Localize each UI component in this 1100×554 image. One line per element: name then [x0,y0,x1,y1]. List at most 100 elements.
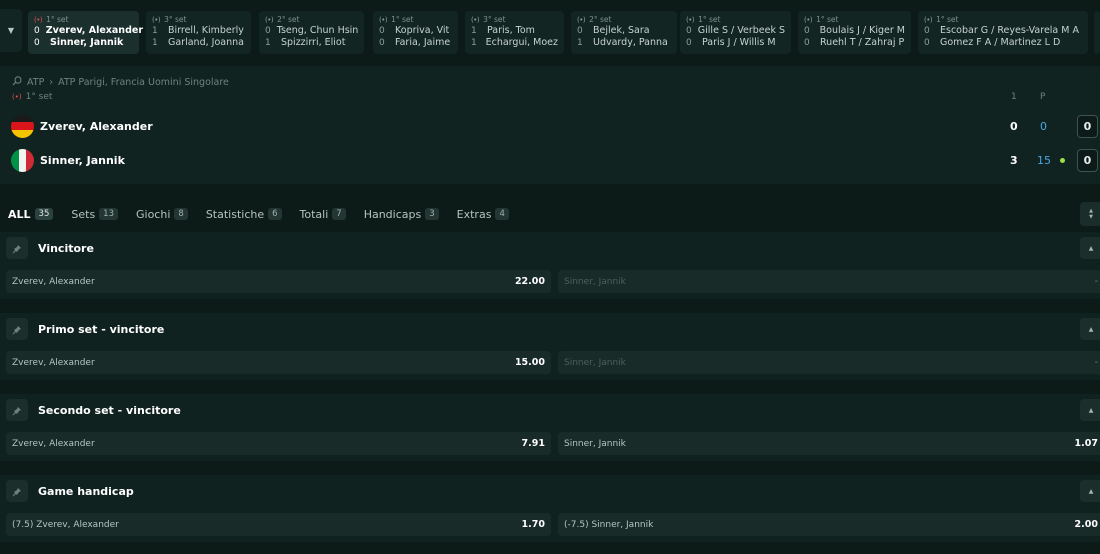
match-row-player-2: 1 Echargui, Moez [471,37,558,49]
live-icon: (•) [12,93,22,101]
market-header[interactable]: Game handicap ▲ [0,475,1100,507]
market-header[interactable]: Vincitore ▲ [0,232,1100,264]
live-icon: (•) [34,15,43,24]
player-name: Zverev, Alexander [40,119,153,133]
chevron-down-icon: ▼ [7,26,15,35]
player-name: Udvardy, Panna [593,37,668,48]
tab-sets[interactable]: Sets 13 [63,203,126,225]
match-row-player-2: 0 Gomez F A / Martinez L D [924,37,1082,49]
match-row-player-1: 0 Gille S / Verbeek S [686,25,785,37]
player-score: 0 [34,38,40,48]
odd-button[interactable]: Sinner, Jannik - [558,351,1100,374]
collapse-market-button[interactable]: ▲ [1080,318,1100,340]
live-match-card[interactable]: (•) 1° set 0 Gille S / Verbeek S 0 Paris J / … [680,11,791,54]
strip-expand-button[interactable]: ▼ [0,9,22,52]
breadcrumb-sport[interactable]: ATP [27,77,44,88]
live-icon: (•) [804,15,813,24]
match-status: (•) 1° set [34,14,133,25]
market-header[interactable]: Secondo set - vincitore ▲ [0,394,1100,426]
market-header[interactable]: Primo set - vincitore ▲ [0,313,1100,345]
odd-button[interactable]: Sinner, Jannik - [558,270,1100,293]
live-match-card[interactable]: (•) 1° set 0 Boulais J / Kiger M 0 Ruehl T / … [798,11,911,54]
odd-button[interactable]: Zverev, Alexander 15.00 [6,351,551,374]
match-row-player-1: 0 Tseng, Chun Hsin [265,25,358,37]
player-name: Sinner, Jannik [50,37,124,48]
player-name: Escobar G / Reyes-Varela M A [940,25,1079,36]
tab-giochi[interactable]: Giochi 8 [128,203,196,225]
tab-count-badge: 3 [425,208,439,220]
italy-flag-icon [11,148,34,172]
odd-value: 15.00 [514,357,545,368]
match-row-player-2: 0 Paris J / Willis M [686,37,785,49]
match-row-player-2: 0 Faria, Jaime [379,37,452,49]
tab-label: Giochi [136,207,171,221]
tennis-racket-icon [12,76,22,89]
player-score: 0 [804,26,810,36]
match-status: (•) 3° set [152,14,245,25]
live-icon: (•) [924,15,933,24]
collapse-market-button[interactable]: ▲ [1080,480,1100,502]
market-card: Secondo set - vincitore ▲ Zverev, Alexande… [0,394,1100,461]
odd-button[interactable]: Sinner, Jannik 1.07 [558,432,1100,455]
player-score: 0 [686,26,692,36]
player-name: Faria, Jaime [395,37,451,48]
tab-totali[interactable]: Totali 7 [292,203,354,225]
pin-market-button[interactable] [6,318,28,340]
tab-all[interactable]: ALL 35 [0,203,61,225]
odd-button[interactable]: Zverev, Alexander 7.91 [6,432,551,455]
odd-value: 1.07 [1074,438,1098,449]
tab-handicaps[interactable]: Handicaps 3 [356,203,447,225]
player-1-games: 0 [1010,120,1018,133]
live-match-card[interactable]: (•) 3° set 1 Birrell, Kimberly 1 Garland, Joa… [146,11,251,54]
player-name: Birrell, Kimberly [168,25,244,36]
odd-label: (-7.5) Sinner, Jannik [564,519,654,530]
player-score: 1 [152,26,158,36]
live-icon: (•) [686,15,695,24]
player-score: 0 [686,38,692,48]
live-match-card[interactable]: (•) 2° set 0 Tseng, Chun Hsin 1 Spizzirri, El… [259,11,364,54]
odd-value: 22.00 [514,276,545,287]
player-2-games: 3 [1010,154,1018,167]
live-match-card[interactable]: (•) 1° set 0 Escobar G / Reyes-Varela M A0G… [918,11,1088,54]
live-match-card[interactable]: (•) 1° set 0 Kopriva, Vit 0 Faria, Jaime [373,11,458,54]
collapse-market-button[interactable]: ▲ [1080,399,1100,421]
odd-button[interactable]: (-7.5) Sinner, Jannik 2.00 [558,513,1100,536]
collapse-market-button[interactable]: ▲ [1080,237,1100,259]
player-name: Paris J / Willis M [702,37,776,48]
player-score: 1 [471,38,477,48]
match-header: ATP › ATP Parigi, Francia Uomini Singola… [0,66,1100,184]
tab-extras[interactable]: Extras 4 [449,203,517,225]
pin-market-button[interactable] [6,399,28,421]
odd-label: (7.5) Zverev, Alexander [12,519,119,530]
odd-value: 2.00 [1074,519,1098,530]
player-name: Kopriva, Vit [395,25,450,36]
player-name: Paris, Tom [487,25,535,36]
set-status-label: 1° set [25,92,53,102]
odd-button[interactable]: (7.5) Zverev, Alexander 1.70 [6,513,551,536]
odd-button[interactable]: Zverev, Alexander 22.00 [6,270,551,293]
live-match-card[interactable]: (•) 1° set 0 Zverev, Alexander 0 Sinner, Jann… [28,11,143,54]
odd-value: 7.91 [521,438,545,449]
pin-icon [12,239,22,258]
column-header-set: 1 [1011,92,1017,102]
breadcrumb-event[interactable]: ATP Parigi, Francia Uomini Singolare [58,77,229,88]
player-name: Ruehl T / Zahraj P [820,37,905,48]
match-status: (•) 1° set [379,14,452,25]
pin-market-button[interactable] [6,237,28,259]
live-icon: (•) [471,15,480,24]
live-match-card[interactable]: (•) 2° set 0 Bejlek, Sara 1 Udvardy, Panna [571,11,677,54]
live-match-card[interactable]: (•) 3° set 1 Paris, Tom 1 Echargui, Moez [465,11,564,54]
tab-count-badge: 7 [332,208,346,220]
player-score: 1 [265,38,271,48]
tab-count-badge: 4 [495,208,509,220]
player-score: 1 [577,38,583,48]
column-header-points: P [1040,92,1046,102]
live-match-card-partial[interactable] [1094,11,1100,54]
tab-statistiche[interactable]: Statistiche 6 [198,203,290,225]
player-score: 1 [471,26,477,36]
expand-collapse-all-button[interactable]: ▲ ▼ [1080,202,1100,226]
match-row-player-1: 0 Zverev, Alexander [34,25,143,37]
pin-market-button[interactable] [6,480,28,502]
match-row-player-2: 1 Spizzirri, Eliot [265,37,358,49]
match-status-label: 1° set [698,15,721,24]
